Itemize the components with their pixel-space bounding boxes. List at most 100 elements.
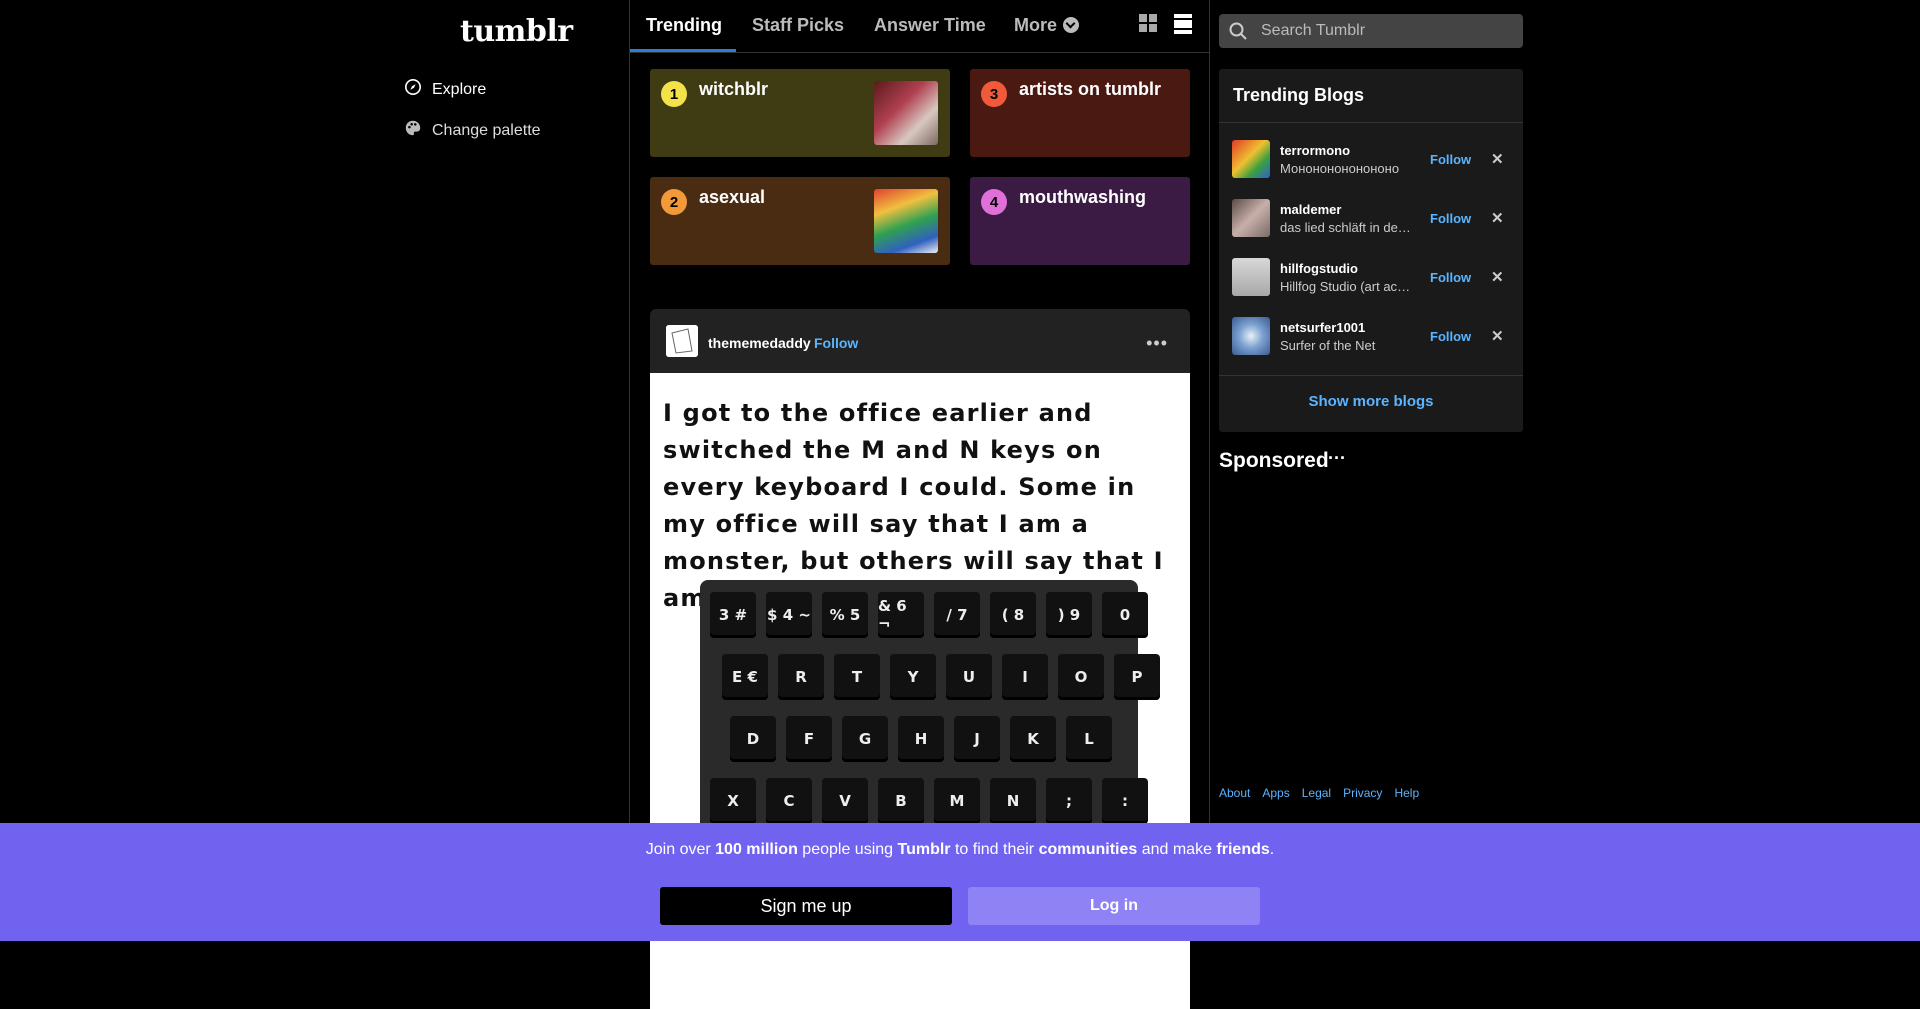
tumblr-logo[interactable]: tumblr [460, 14, 573, 49]
keyboard-key: G [842, 716, 888, 762]
keyboard-key: J [954, 716, 1000, 762]
blog-follow-button[interactable]: Follow [1430, 152, 1471, 167]
keyboard-key: $ 4 ~ [766, 592, 812, 638]
rank-badge: 2 [661, 189, 687, 215]
banner-text-part: and make [1137, 841, 1217, 858]
keyboard-key: P [1114, 654, 1160, 700]
keyboard-key: Y [890, 654, 936, 700]
keyboard-key: X [710, 778, 756, 824]
keyboard-key: C [766, 778, 812, 824]
sponsored-options-icon[interactable]: ··· [1328, 448, 1346, 469]
active-tab-indicator [630, 49, 736, 52]
trending-tag-card[interactable]: 1 witchblr [650, 69, 950, 157]
blog-name[interactable]: terrormono [1280, 143, 1350, 158]
sidebar-item-explore[interactable]: Explore [404, 78, 486, 101]
trending-tag-label: asexual [699, 187, 766, 207]
close-icon[interactable]: ✕ [1491, 150, 1504, 168]
search-input[interactable] [1261, 14, 1511, 48]
banner-text-bold: 100 million [715, 841, 798, 858]
keyboard-key: / 7 [934, 592, 980, 638]
keyboard-key: & 6 ¬ [878, 592, 924, 638]
close-icon[interactable]: ✕ [1491, 268, 1504, 286]
banner-text: Join over 100 million people using Tumbl… [0, 841, 1920, 859]
keyboard-key: K [1010, 716, 1056, 762]
trending-tag-card[interactable]: 4 mouthwashing [970, 177, 1190, 265]
keyboard-key: V [822, 778, 868, 824]
trending-blog-row[interactable]: hillfogstudio Hillfog Studio (art accoun… [1219, 248, 1523, 304]
trending-tag-card[interactable]: 2 asexual [650, 177, 950, 265]
blog-name[interactable]: netsurfer1001 [1280, 320, 1365, 335]
keyboard-key: H [898, 716, 944, 762]
trending-tag-label: witchblr [699, 79, 769, 99]
close-icon[interactable]: ✕ [1491, 209, 1504, 227]
blog-avatar[interactable] [1232, 258, 1270, 296]
footer-link-privacy[interactable]: Privacy [1343, 786, 1382, 800]
divider [1219, 375, 1523, 376]
blog-name[interactable]: hillfogstudio [1280, 261, 1358, 276]
trending-blog-row[interactable]: maldemer das lied schläft in der maschin… [1219, 189, 1523, 245]
sign-up-button[interactable]: Sign me up [660, 887, 952, 925]
keyboard-key: L [1066, 716, 1112, 762]
keyboard-key: F [786, 716, 832, 762]
rank-badge: 1 [661, 81, 687, 107]
blog-follow-button[interactable]: Follow [1430, 211, 1471, 226]
post-avatar[interactable] [666, 325, 698, 357]
tab-more[interactable]: More [1014, 15, 1080, 36]
keyboard-key: 3 # [710, 592, 756, 638]
close-icon[interactable]: ✕ [1491, 327, 1504, 345]
footer-link-about[interactable]: About [1219, 786, 1250, 800]
keyboard-key: 0 [1102, 592, 1148, 638]
blog-avatar[interactable] [1232, 199, 1270, 237]
blog-follow-button[interactable]: Follow [1430, 270, 1471, 285]
trending-tag-card[interactable]: 3 artists on tumblr [970, 69, 1190, 157]
post-options-icon[interactable]: ••• [1146, 333, 1168, 354]
blog-avatar[interactable] [1232, 317, 1270, 355]
tab-trending[interactable]: Trending [646, 15, 722, 36]
sidebar-item-change-palette[interactable]: Change palette [404, 119, 541, 142]
keyboard-key: E € [722, 654, 768, 700]
blog-avatar[interactable] [1232, 140, 1270, 178]
trending-blog-row[interactable]: terrormono Монононононононо Follow ✕ [1219, 130, 1523, 186]
post-follow-button[interactable]: Follow [814, 335, 858, 351]
blog-name[interactable]: maldemer [1280, 202, 1341, 217]
banner-text-bold: communities [1038, 841, 1138, 858]
tab-staff-picks[interactable]: Staff Picks [752, 15, 844, 36]
footer-link-apps[interactable]: Apps [1262, 786, 1289, 800]
keyboard-key: B [878, 778, 924, 824]
sponsored-heading: Sponsored [1219, 449, 1329, 472]
list-view-icon[interactable] [1174, 14, 1192, 39]
palette-icon [404, 119, 422, 142]
banner-text-part: Join over [645, 841, 716, 858]
blog-description: Hillfog Studio (art account) [1280, 279, 1412, 294]
keyboard-key: T [834, 654, 880, 700]
blog-description: Surfer of the Net [1280, 338, 1376, 353]
footer-link-legal[interactable]: Legal [1302, 786, 1331, 800]
compass-icon [404, 78, 422, 101]
footer-link-help[interactable]: Help [1394, 786, 1419, 800]
search-bar [1219, 14, 1523, 48]
keyboard-key: ) 9 [1046, 592, 1092, 638]
keyboard-key: O [1058, 654, 1104, 700]
keyboard-key: : [1102, 778, 1148, 824]
trending-tag-label: artists on tumblr [1019, 79, 1162, 99]
show-more-blogs-link[interactable]: Show more blogs [1219, 393, 1523, 410]
keyboard-key: R [778, 654, 824, 700]
tag-thumbnail-image [874, 189, 938, 253]
signup-banner: Join over 100 million people using Tumbl… [0, 823, 1920, 941]
banner-text-part: . [1269, 841, 1275, 858]
banner-text-bold: Tumblr [897, 841, 951, 858]
post-header: thememedaddy Follow ••• [650, 309, 1190, 373]
blog-follow-button[interactable]: Follow [1430, 329, 1471, 344]
banner-text-part: people using [797, 841, 898, 858]
banner-text-bold: friends [1216, 841, 1270, 858]
trending-blogs-title: Trending Blogs [1233, 85, 1365, 105]
post-username[interactable]: thememedaddy [708, 335, 811, 351]
trending-blog-row[interactable]: netsurfer1001 Surfer of the Net Follow ✕ [1219, 307, 1523, 363]
grid-view-icon[interactable] [1139, 14, 1157, 37]
banner-text-part: to find their [950, 841, 1039, 858]
keyboard-photo: 3 # $ 4 ~% 5 & 6 ¬/ 7( 8) 90 E € R T Y U I O P D F G H… [700, 580, 1160, 840]
keyboard-key: M [934, 778, 980, 824]
main-feed: Trending Staff Picks Answer Time More 1 … [629, 0, 1210, 1009]
tab-answer-time[interactable]: Answer Time [874, 15, 986, 36]
log-in-button[interactable]: Log in [968, 887, 1260, 925]
